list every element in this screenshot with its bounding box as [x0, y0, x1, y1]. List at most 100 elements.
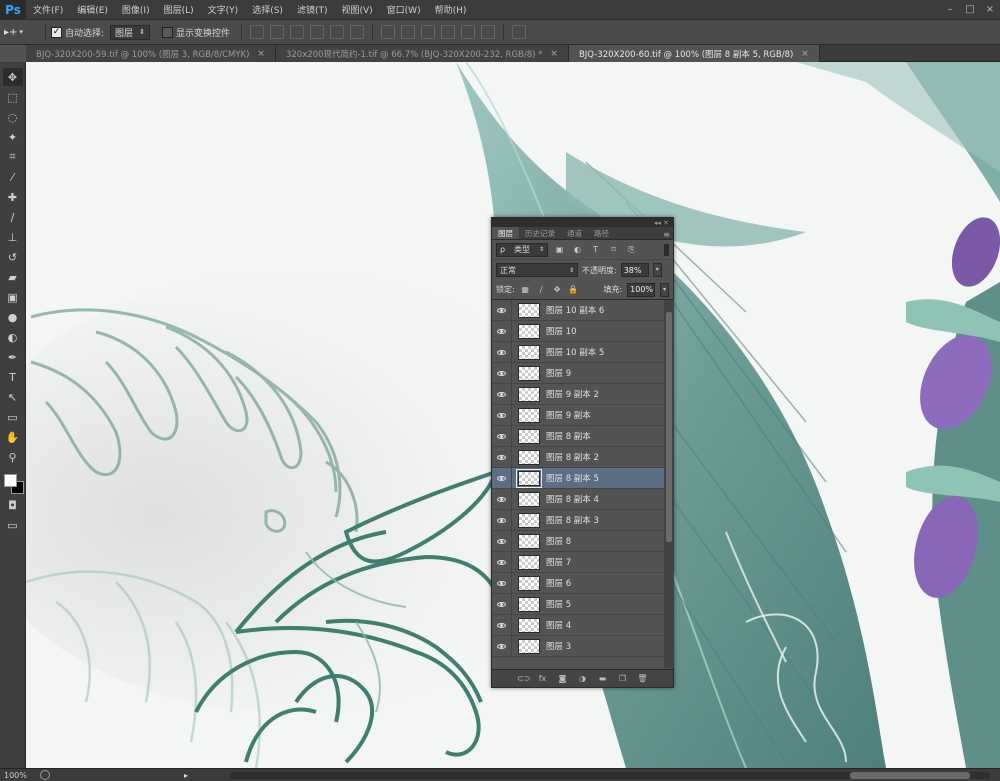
maximize-icon[interactable]: □ — [960, 0, 980, 20]
brush-tool-icon[interactable]: ∕ — [3, 208, 23, 226]
filter-smart-object-icon[interactable]: ⎘ — [625, 244, 638, 256]
eyedropper-icon[interactable]: ⁄ — [3, 168, 23, 186]
delete-layer-icon[interactable]: 🗑 — [637, 673, 648, 684]
visibility-eye-icon[interactable] — [492, 572, 512, 594]
fill-slider-button[interactable]: ▾ — [660, 282, 669, 297]
layer-row[interactable]: 图层 9 — [492, 362, 664, 384]
visibility-eye-icon[interactable] — [492, 530, 512, 552]
pen-tool-icon[interactable]: ✒ — [3, 348, 23, 366]
layer-row[interactable]: 图层 5 — [492, 593, 664, 615]
layer-row[interactable]: 图层 9 副本 2 — [492, 383, 664, 405]
align-left-icon[interactable] — [309, 25, 324, 39]
clone-stamp-icon[interactable]: ⊥ — [3, 228, 23, 246]
distribute-bottom-icon[interactable] — [420, 25, 435, 39]
marquee-tool-icon[interactable]: ⬚ — [3, 88, 23, 106]
blur-tool-icon[interactable]: ● — [3, 308, 23, 326]
align-right-icon[interactable] — [349, 25, 364, 39]
menu-item[interactable]: 帮助(H) — [428, 3, 474, 16]
menu-item[interactable]: 窗口(W) — [380, 3, 428, 16]
visibility-eye-icon[interactable] — [492, 362, 512, 384]
visibility-eye-icon[interactable] — [492, 593, 512, 615]
status-menu-arrow[interactable]: ▸ — [184, 771, 192, 780]
menu-item[interactable]: 图像(I) — [115, 3, 157, 16]
layer-row[interactable]: 图层 10 副本 6 — [492, 300, 664, 321]
hand-tool-icon[interactable]: ✋ — [3, 428, 23, 446]
tool-preset-picker[interactable]: ▸+ ▾ — [4, 23, 40, 41]
filter-pixel-icon[interactable]: ▣ — [553, 244, 566, 256]
color-swatches[interactable] — [2, 472, 24, 496]
layer-row[interactable]: 图层 8 — [492, 530, 664, 552]
panel-tab[interactable]: 历史记录 — [519, 227, 561, 239]
distribute-right-icon[interactable] — [480, 25, 495, 39]
layer-row[interactable]: 图层 10 — [492, 320, 664, 342]
layer-row[interactable]: 图层 8 副本 3 — [492, 509, 664, 531]
menu-item[interactable]: 编辑(E) — [70, 3, 115, 16]
foreground-color[interactable] — [3, 474, 17, 487]
visibility-eye-icon[interactable] — [492, 509, 512, 531]
distribute-left-icon[interactable] — [440, 25, 455, 39]
visibility-eye-icon[interactable] — [492, 300, 512, 321]
gradient-tool-icon[interactable]: ▣ — [3, 288, 23, 306]
visibility-eye-icon[interactable] — [492, 635, 512, 657]
visibility-eye-icon[interactable] — [492, 425, 512, 447]
align-top-icon[interactable] — [249, 25, 264, 39]
layer-row[interactable]: 图层 6 — [492, 572, 664, 594]
lock-transparent-icon[interactable]: ▦ — [520, 284, 531, 295]
layer-row[interactable]: 图层 3 — [492, 635, 664, 657]
quick-mask-icon[interactable]: ◘ — [3, 496, 23, 514]
layer-list-scrollbar[interactable] — [664, 300, 674, 668]
screen-mode-icon[interactable]: ▭ — [3, 516, 23, 534]
visibility-eye-icon[interactable] — [492, 614, 512, 636]
new-layer-icon[interactable]: ❐ — [617, 673, 628, 684]
layer-row[interactable]: 图层 4 — [492, 614, 664, 636]
lock-all-icon[interactable]: 🔒 — [568, 284, 579, 295]
close-icon[interactable]: × — [980, 0, 1000, 20]
visibility-eye-icon[interactable] — [492, 383, 512, 405]
align-bottom-icon[interactable] — [289, 25, 304, 39]
layer-row[interactable]: 图层 8 副本 4 — [492, 488, 664, 510]
distribute-vcenter-icon[interactable] — [400, 25, 415, 39]
filter-adjustment-icon[interactable]: ◐ — [571, 244, 584, 256]
distribute-top-icon[interactable] — [380, 25, 395, 39]
rectangle-tool-icon[interactable]: ▭ — [3, 408, 23, 426]
layer-row[interactable]: 图层 8 副本 5 — [492, 467, 664, 489]
auto-select-checkbox[interactable]: ✓ — [51, 26, 62, 38]
visibility-eye-icon[interactable] — [492, 446, 512, 468]
visibility-eye-icon[interactable] — [492, 320, 512, 342]
visibility-eye-icon[interactable] — [492, 488, 512, 510]
layer-row[interactable]: 图层 10 副本 5 — [492, 341, 664, 363]
close-icon[interactable]: × — [257, 49, 265, 59]
lock-position-icon[interactable]: ✥ — [552, 284, 563, 295]
fx-icon[interactable]: fx — [537, 673, 548, 684]
scrollbar-thumb[interactable] — [850, 772, 970, 779]
filter-toggle[interactable] — [664, 243, 669, 256]
menu-item[interactable]: 视图(V) — [334, 3, 379, 16]
visibility-eye-icon[interactable] — [492, 341, 512, 363]
add-mask-icon[interactable]: ◙ — [557, 673, 568, 684]
minimize-icon[interactable]: – — [940, 0, 960, 20]
opacity-slider-button[interactable]: ▾ — [652, 263, 662, 277]
adjustment-layer-icon[interactable]: ◑ — [577, 673, 588, 684]
document-tab[interactable]: 320x200现代简约-1.tif @ 66.7% (BJQ-320X200-2… — [275, 45, 569, 62]
align-vcenter-icon[interactable] — [269, 25, 284, 39]
layer-row[interactable]: 图层 7 — [492, 551, 664, 573]
auto-select-target-dropdown[interactable]: 图层 ⇕ — [110, 24, 150, 40]
eraser-icon[interactable]: ▰ — [3, 268, 23, 286]
lasso-tool-icon[interactable]: ◌ — [3, 108, 23, 126]
zoom-field[interactable]: 100% — [0, 771, 36, 780]
menu-item[interactable]: 滤镜(T) — [290, 3, 335, 16]
dodge-tool-icon[interactable]: ◐ — [3, 328, 23, 346]
filter-kind-dropdown[interactable]: ρ 类型 ⇕ — [496, 242, 548, 257]
zoom-tool-icon[interactable]: ⚲ — [3, 448, 23, 466]
distribute-hcenter-icon[interactable] — [460, 25, 475, 39]
blend-mode-dropdown[interactable]: 正常 ⇕ — [496, 263, 578, 277]
crop-tool-icon[interactable]: ⌗ — [3, 148, 23, 166]
menu-item[interactable]: 文字(Y) — [201, 3, 246, 16]
type-tool-icon[interactable]: T — [3, 368, 23, 386]
status-info-icon[interactable] — [40, 770, 50, 780]
auto-align-icon[interactable] — [511, 25, 526, 39]
menu-item[interactable]: 文件(F) — [26, 3, 70, 16]
layer-row[interactable]: 图层 8 副本 — [492, 425, 664, 447]
filter-shape-icon[interactable]: ⌑ — [607, 244, 620, 256]
move-tool-icon[interactable]: ✥ — [2, 68, 23, 86]
